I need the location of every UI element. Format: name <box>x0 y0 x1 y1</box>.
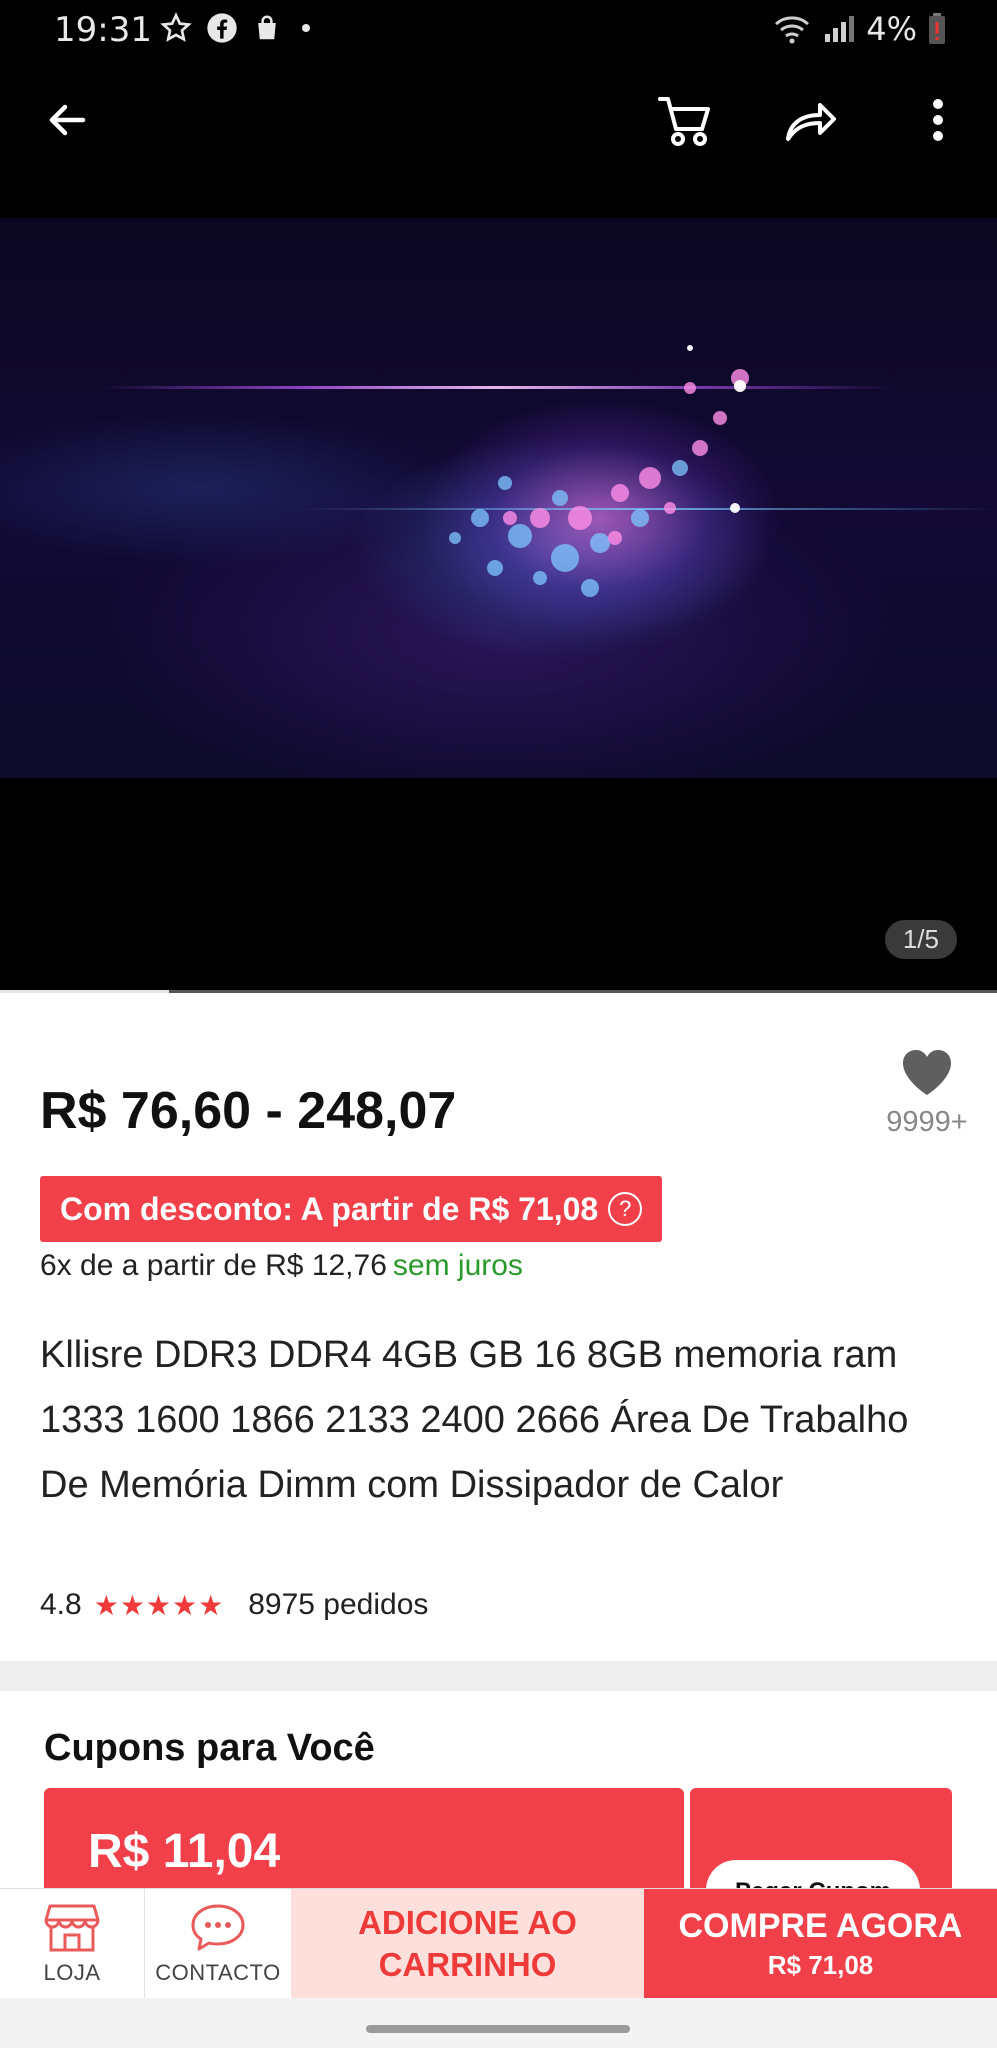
product-info: R$ 76,60 - 248,07 9999+ Com desconto: A … <box>0 993 997 1661</box>
installments-info: 6x de a partir de R$ 12,76 sem juros <box>40 1249 523 1283</box>
back-arrow-icon <box>49 104 86 136</box>
coupon-value: R$ 11,04 <box>88 1825 281 1878</box>
media-counter: 1/5 <box>884 920 957 959</box>
store-button[interactable]: LOJA <box>0 1889 145 1999</box>
home-indicator[interactable] <box>366 2025 630 2033</box>
price-range: R$ 76,60 - 248,07 <box>40 1082 457 1140</box>
buy-now-price: R$ 71,08 <box>767 1950 874 1980</box>
more-button[interactable] <box>903 90 973 150</box>
section-divider <box>0 1661 997 1691</box>
contact-button[interactable]: CONTACTO <box>145 1889 291 1999</box>
coupons-title: Cupons para Você <box>44 1727 375 1769</box>
add-to-cart-line2: CARRINHO <box>378 1946 557 1983</box>
back-button[interactable] <box>32 90 102 150</box>
bottom-action-bar: LOJA CONTACTO ADICIONE AO CARRINHO COMPR… <box>0 1888 997 1999</box>
discount-badge[interactable]: Com desconto: A partir de R$ 71,08 ? <box>40 1176 663 1242</box>
wifi-icon <box>775 16 810 44</box>
dot-icon <box>302 24 310 32</box>
wishlist-count: 9999+ <box>886 1106 968 1138</box>
help-icon[interactable]: ? <box>608 1192 643 1226</box>
star-icon <box>160 12 192 42</box>
cart-button[interactable] <box>650 90 720 150</box>
status-bar: 19:31 4% <box>0 0 997 58</box>
share-icon <box>786 103 836 141</box>
battery-icon <box>929 13 945 44</box>
product-video[interactable] <box>0 218 997 778</box>
battery-percent: 4% <box>866 10 917 48</box>
installments-text: 6x de a partir de R$ 12,76 <box>40 1249 387 1282</box>
chat-icon <box>191 1904 245 1951</box>
signal-icon <box>825 16 855 42</box>
installments-note: sem juros <box>392 1249 523 1282</box>
rating-stars: ★★★★★ <box>93 1588 225 1622</box>
cart-icon <box>658 97 710 146</box>
facebook-icon <box>207 13 237 43</box>
add-to-cart-line1: ADICIONE AO <box>358 1904 577 1941</box>
rating-value: 4.8 <box>40 1588 82 1621</box>
status-icons-left <box>160 12 316 44</box>
product-page: 19:31 4% 1/5 R$ 76,60 - 248,07 9999+ Com… <box>0 0 997 2048</box>
buy-now-label: COMPRE AGORA <box>678 1907 963 1945</box>
store-icon <box>44 1904 100 1952</box>
rating-row[interactable]: 4.8 ★★★★★ 8975 pedidos <box>40 1588 428 1622</box>
wishlist-button[interactable]: 9999+ <box>877 1047 977 1139</box>
heart-icon <box>903 1050 951 1095</box>
product-media[interactable]: 1/5 <box>0 218 997 994</box>
orders-count: 8975 pedidos <box>248 1588 429 1621</box>
contact-label: CONTACTO <box>155 1960 281 1985</box>
buy-now-button[interactable]: COMPRE AGORA R$ 71,08 <box>644 1889 997 1999</box>
store-label: LOJA <box>43 1960 101 1985</box>
product-title: Kllisre DDR3 DDR4 4GB GB 16 8GB memoria … <box>40 1334 909 1506</box>
system-nav-area <box>0 1998 997 2048</box>
status-time: 19:31 <box>54 10 152 50</box>
add-to-cart-button[interactable]: ADICIONE AO CARRINHO <box>291 1889 644 1999</box>
discount-text: Com desconto: A partir de R$ 71,08 <box>60 1190 599 1227</box>
app-bar <box>0 58 997 218</box>
shopping-bag-icon <box>258 15 276 40</box>
particle-swirl <box>449 345 749 597</box>
share-button[interactable] <box>775 90 845 150</box>
more-vertical-icon <box>933 99 943 141</box>
status-icons-right: 4% <box>772 10 947 48</box>
